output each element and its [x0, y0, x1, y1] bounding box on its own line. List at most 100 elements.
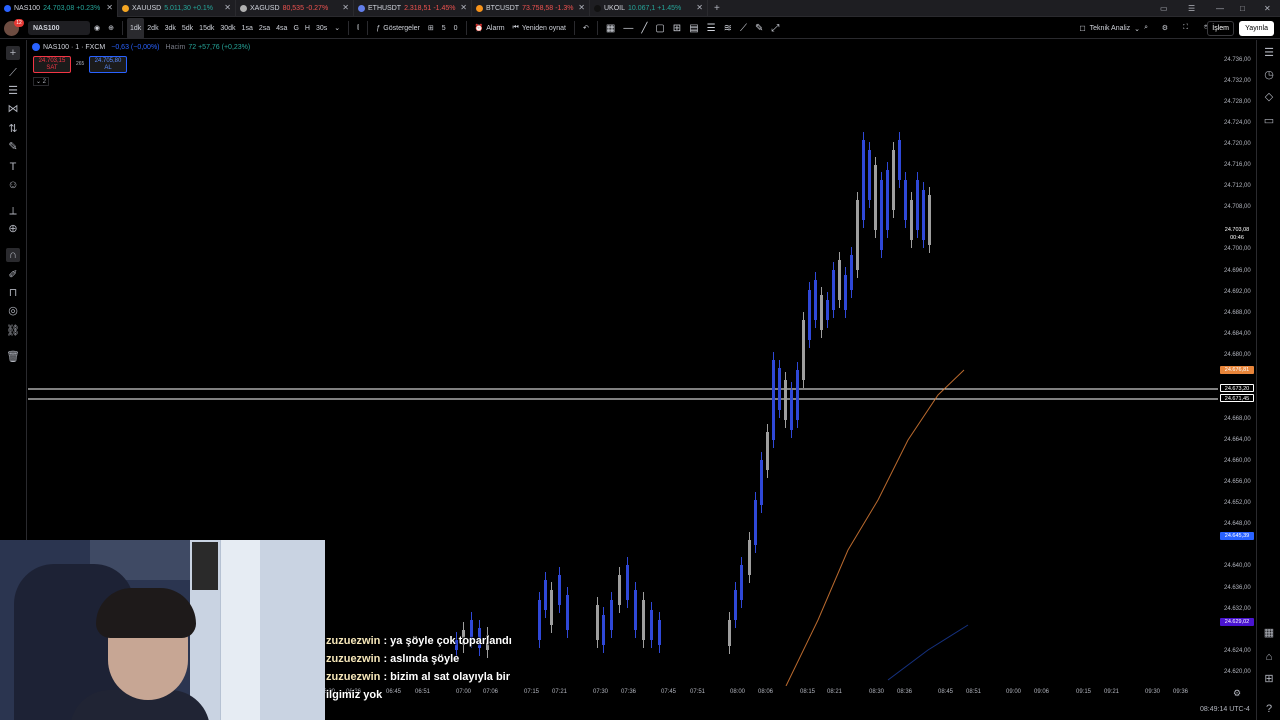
channel-icon[interactable]: ≋ [720, 18, 736, 39]
rectangle-icon[interactable]: ▢ [651, 18, 668, 39]
interval-1sa[interactable]: 1sa [239, 18, 256, 39]
tab-btcusdt[interactable]: BTCUSDT 73.758,58 -1.3% ✕ [472, 0, 590, 17]
line-tool-icon[interactable]: ⟋ [6, 66, 20, 80]
tab-price: 10.067,1 [628, 4, 656, 12]
alerts-icon[interactable]: ◷ [1262, 68, 1276, 82]
indicator-count-a[interactable]: 5 [438, 18, 450, 39]
buy-button[interactable]: 24.705,80 AL [89, 56, 127, 73]
calendar-icon[interactable]: ▦ [1262, 626, 1276, 640]
time-tick: 07:45 [661, 689, 677, 695]
alarm-button[interactable]: ⏰ Alarm [471, 18, 509, 39]
publish-button[interactable]: Yayınla [1239, 21, 1274, 36]
time-tick: 09:36 [1173, 689, 1189, 695]
settings-icon[interactable]: ⚙ [1233, 688, 1241, 699]
interval-G[interactable]: G [290, 18, 301, 39]
clock[interactable]: 08:49:14 UTC-4 [1200, 706, 1250, 713]
tab-xauusd[interactable]: XAUUSD 5.011,30 +0.1% ✕ [118, 0, 236, 17]
close-icon[interactable]: ✕ [696, 3, 703, 12]
candle-type-icon[interactable]: ⫾ [353, 18, 363, 39]
interval-1dk[interactable]: 1dk [126, 17, 145, 39]
separator [348, 21, 350, 35]
sell-price: 24.703,15 [38, 58, 66, 64]
tab-symbol: XAUUSD [132, 4, 162, 12]
fullscreen-icon[interactable]: ⛶ [1179, 18, 1192, 39]
help-icon[interactable]: ? [1262, 702, 1276, 716]
tab-ethusdt[interactable]: ETHUSDT 2.318,51 -1.45% ✕ [354, 0, 472, 17]
fib-retracement-icon[interactable]: ☰ [703, 18, 720, 39]
interval-15dk[interactable]: 15dk [196, 18, 217, 39]
notifications-icon[interactable]: ⌂ [1262, 650, 1276, 664]
time-tick: 09:30 [1145, 689, 1161, 695]
text-tool-icon[interactable]: T [6, 160, 20, 174]
interval-2dk[interactable]: 2dk [144, 18, 161, 39]
indicator-count-b[interactable]: 0 [450, 18, 462, 39]
collapse-indicators-button[interactable]: ⌄ 2 [33, 77, 49, 86]
add-tab-button[interactable]: + [714, 3, 720, 14]
close-window-button[interactable]: ✕ [1264, 0, 1271, 17]
crosshair-icon[interactable]: + [6, 46, 20, 60]
interval-2sa[interactable]: 2sa [256, 18, 273, 39]
legend-title[interactable]: NAS100 · 1 · FXCM [43, 44, 105, 51]
projection-icon[interactable]: ⤢ [767, 18, 783, 39]
close-icon[interactable]: ✕ [578, 3, 585, 12]
layout-icon[interactable]: ▭ [1160, 0, 1168, 17]
volume-label[interactable]: Hacim [166, 44, 186, 51]
trade-button[interactable]: İşlem [1207, 21, 1234, 36]
path-icon[interactable]: ⟋ [736, 18, 751, 39]
grid-tool-icon[interactable]: ▦ [602, 18, 619, 39]
tab-ukoil[interactable]: UKOIL 10.067,1 +1.45% ✕ [590, 0, 708, 17]
price-tick: 24.652,00 [1224, 500, 1251, 506]
brush-icon[interactable]: ✎ [751, 18, 767, 39]
technical-analysis-button[interactable]: ☐ Teknik Analiz ⌄ [1079, 21, 1140, 36]
tab-xagusd[interactable]: XAGUSD 80,535 -0.27% ✕ [236, 0, 354, 17]
forecast-tool-icon[interactable]: ⇅ [6, 122, 20, 136]
minimize-button[interactable]: — [1216, 0, 1224, 17]
lock-icon[interactable]: ⊓ [6, 286, 20, 300]
grid-icon[interactable]: ⊞ [1262, 672, 1276, 686]
close-icon[interactable]: ✕ [460, 3, 467, 12]
symbol-search[interactable]: NAS100 [28, 21, 90, 35]
fib-tool-icon[interactable]: ☰ [6, 84, 20, 98]
drawing-mode-icon[interactable]: ✐ [6, 268, 20, 282]
chevron-down-icon[interactable]: ⌄ [330, 18, 344, 39]
tab-nas100[interactable]: NAS100 24.703,08 +0.23% ✕ [0, 0, 118, 17]
watchlist-icon[interactable]: ☰ [1262, 46, 1276, 60]
trend-line-icon[interactable]: ╱ [637, 18, 651, 39]
menu-icon[interactable]: ☰ [1188, 0, 1195, 17]
interval-30dk[interactable]: 30dk [217, 18, 238, 39]
horizontal-line-icon[interactable]: — [619, 18, 637, 39]
sell-button[interactable]: 24.703,15 SAT [33, 56, 71, 73]
buy-label: AL [104, 65, 112, 71]
interval-5dk[interactable]: 5dk [179, 18, 196, 39]
zoom-in-icon[interactable]: ⊕ [6, 222, 20, 236]
emoji-tool-icon[interactable]: ☺ [6, 178, 20, 192]
price-axis[interactable]: 24.703,08 00:46 24.676,81 24.673,20 24.6… [1218, 40, 1256, 686]
templates-icon[interactable]: ⊞ [424, 18, 438, 39]
interval-30s[interactable]: 30s [313, 18, 330, 39]
magnet-icon[interactable]: ∩ [6, 248, 20, 262]
undo-icon[interactable]: ↶ [579, 18, 593, 39]
indicators-button[interactable]: ƒ Göstergeler [372, 18, 423, 39]
trash-icon[interactable]: 🗑 [6, 350, 20, 364]
replay-button[interactable]: ⏮ Yeniden oynat [509, 18, 570, 39]
link-icon[interactable]: ⛓ [6, 324, 20, 338]
brush-tool-icon[interactable]: ✎ [6, 140, 20, 154]
ruler-icon[interactable]: ⟂ [6, 204, 20, 218]
visibility-icon[interactable]: ◎ [6, 304, 20, 318]
layers-icon[interactable]: ◇ [1262, 90, 1276, 104]
interval-H[interactable]: H [302, 18, 313, 39]
close-icon[interactable]: ✕ [106, 3, 113, 12]
close-icon[interactable]: ✕ [224, 3, 231, 12]
fib-grid-icon[interactable]: ⊞ [669, 18, 685, 39]
search-icon[interactable]: ⌕ [1140, 18, 1152, 39]
interval-3dk[interactable]: 3dk [162, 18, 179, 39]
close-icon[interactable]: ✕ [342, 3, 349, 12]
settings-icon[interactable]: ⚙ [1158, 18, 1172, 39]
eye-icon[interactable]: ◉ [90, 18, 104, 39]
compare-add-icon[interactable]: ⊕ [104, 18, 118, 39]
chat-icon[interactable]: ▭ [1262, 114, 1276, 128]
pattern-tool-icon[interactable]: ⋈ [6, 102, 20, 116]
interval-4sa[interactable]: 4sa [273, 18, 290, 39]
maximize-button[interactable]: □ [1240, 0, 1245, 17]
position-icon[interactable]: ▤ [685, 18, 702, 39]
